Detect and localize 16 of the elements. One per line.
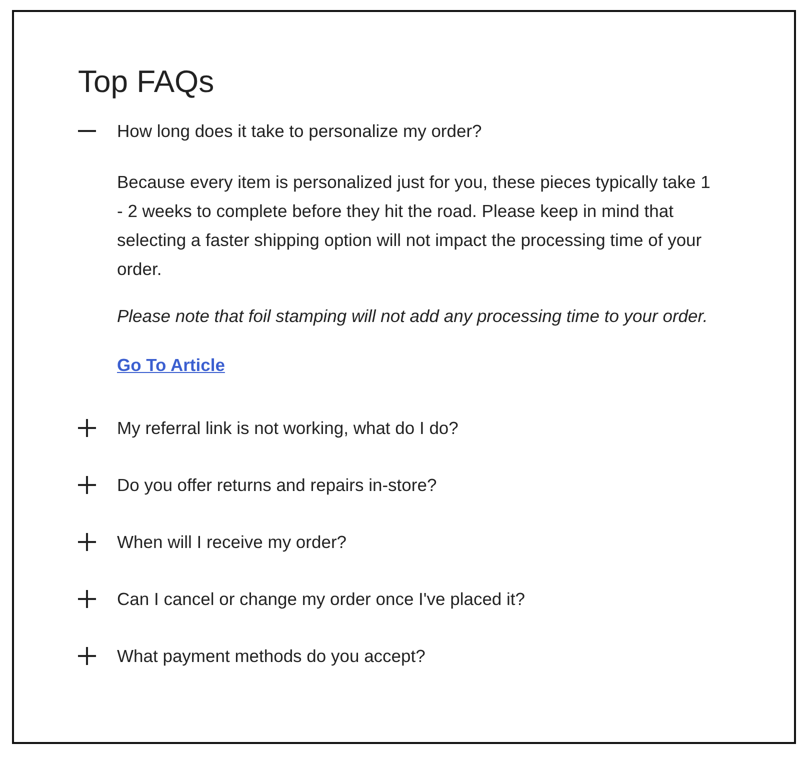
minus-icon: [78, 130, 96, 132]
article-link[interactable]: Go To Article: [117, 351, 225, 380]
answer-paragraph: Because every item is personalized just for you, these pieces typically take 1 - 2 weeks to complete before they hit the road. Please keep in mind that selecting a faster shipping option will not impact the processing time of your order.: [117, 171, 712, 281]
faq-question[interactable]: When will I receive my order?: [78, 527, 347, 557]
plus-icon: [78, 590, 96, 608]
plus-icon: [78, 419, 96, 437]
faq-question[interactable]: What payment methods do you accept?: [78, 641, 426, 671]
plus-icon: [78, 647, 96, 665]
plus-icon: [78, 533, 96, 551]
section-title: Top FAQs: [78, 63, 216, 101]
faq-question[interactable]: How long does it take to personalize my order?: [78, 116, 482, 146]
faq-question[interactable]: Do you offer returns and repairs in-store?: [78, 470, 437, 500]
faq-question[interactable]: Can I cancel or change my order once I've placed it?: [78, 584, 526, 614]
answer-paragraph: Please note that foil stamping will not add any processing time to your order.: [117, 305, 709, 328]
faq-question[interactable]: My referral link is not working, what do I do?: [78, 413, 458, 443]
plus-icon: [78, 476, 96, 494]
